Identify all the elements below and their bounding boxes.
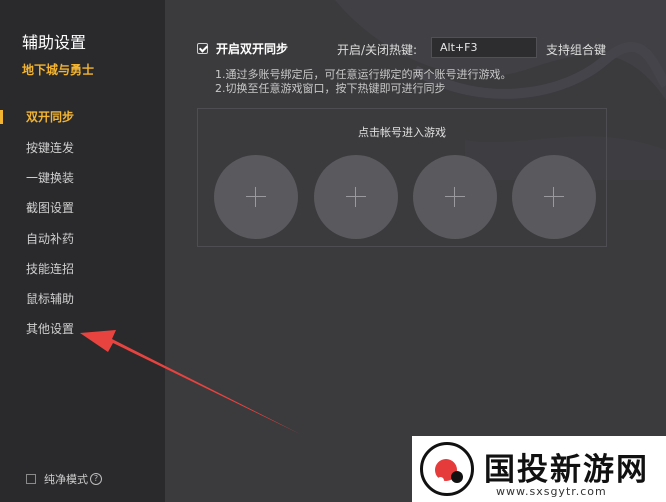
active-indicator bbox=[0, 110, 3, 124]
watermark: 国投新游网 www.sxsgytr.com bbox=[412, 436, 666, 502]
account-slots-panel: 点击帐号进入游戏 bbox=[197, 108, 607, 247]
sidebar-item-dual-sync[interactable]: 双开同步 bbox=[0, 104, 165, 130]
sidebar-item-auto-potion[interactable]: 自动补药 bbox=[0, 226, 165, 252]
help-icon[interactable]: ? bbox=[90, 473, 102, 485]
sidebar-item-mouse-assist[interactable]: 鼠标辅助 bbox=[0, 286, 165, 312]
game-name: 地下城与勇士 bbox=[22, 63, 95, 77]
panel-title: 点击帐号进入游戏 bbox=[358, 126, 446, 139]
main-panel: 开启双开同步 开启/关闭热键: 支持组合键 1.通过多账号绑定后，可任意运行绑定… bbox=[165, 0, 666, 502]
sidebar-item-label: 按键连发 bbox=[26, 141, 75, 155]
sidebar-item-key-repeat[interactable]: 按键连发 bbox=[0, 135, 165, 161]
dual-sync-checkbox[interactable] bbox=[197, 42, 208, 54]
pure-mode-checkbox[interactable] bbox=[26, 474, 36, 484]
account-slot-3[interactable] bbox=[413, 155, 497, 239]
sidebar-item-other-settings[interactable]: 其他设置 bbox=[0, 316, 165, 342]
sidebar-item-label: 技能连招 bbox=[26, 262, 75, 276]
app-title: 辅助设置 bbox=[22, 33, 87, 52]
sidebar: 辅助设置 地下城与勇士 双开同步 按键连发 一键换装 截图设置 自动补药 技能连… bbox=[0, 0, 165, 502]
sidebar-item-label: 鼠标辅助 bbox=[26, 292, 75, 306]
sidebar-item-label: 一键换装 bbox=[26, 171, 75, 185]
pure-mode-toggle[interactable]: 纯净模式 ? bbox=[26, 472, 102, 486]
plus-icon bbox=[544, 187, 564, 207]
sidebar-item-label: 自动补药 bbox=[26, 232, 75, 246]
watermark-text: 国投新游网 bbox=[484, 452, 649, 488]
sidebar-item-skill-combo[interactable]: 技能连招 bbox=[0, 256, 165, 282]
sidebar-item-label: 其他设置 bbox=[26, 322, 75, 336]
account-slot-1[interactable] bbox=[214, 155, 298, 239]
hotkey-hint: 支持组合键 bbox=[546, 43, 607, 57]
dual-sync-label: 开启双开同步 bbox=[216, 41, 289, 56]
sidebar-item-quick-equip[interactable]: 一键换装 bbox=[0, 165, 165, 191]
sidebar-item-label: 截图设置 bbox=[26, 201, 75, 215]
dual-sync-toggle[interactable]: 开启双开同步 bbox=[197, 38, 288, 58]
watermark-url: www.sxsgytr.com bbox=[496, 485, 607, 498]
hotkey-label: 开启/关闭热键: bbox=[337, 43, 418, 57]
plus-icon bbox=[346, 187, 366, 207]
plus-icon bbox=[246, 187, 266, 207]
hotkey-input[interactable] bbox=[431, 37, 537, 58]
account-slot-4[interactable] bbox=[512, 155, 596, 239]
watermark-logo bbox=[420, 442, 474, 496]
sidebar-item-screenshot[interactable]: 截图设置 bbox=[0, 195, 165, 221]
account-slot-2[interactable] bbox=[314, 155, 398, 239]
pure-mode-label: 纯净模式 bbox=[44, 473, 88, 486]
sidebar-item-label: 双开同步 bbox=[26, 110, 75, 124]
plus-icon bbox=[445, 187, 465, 207]
instruction-line-2: 2.切换至任意游戏窗口，按下热键即可进行同步 bbox=[215, 82, 446, 95]
